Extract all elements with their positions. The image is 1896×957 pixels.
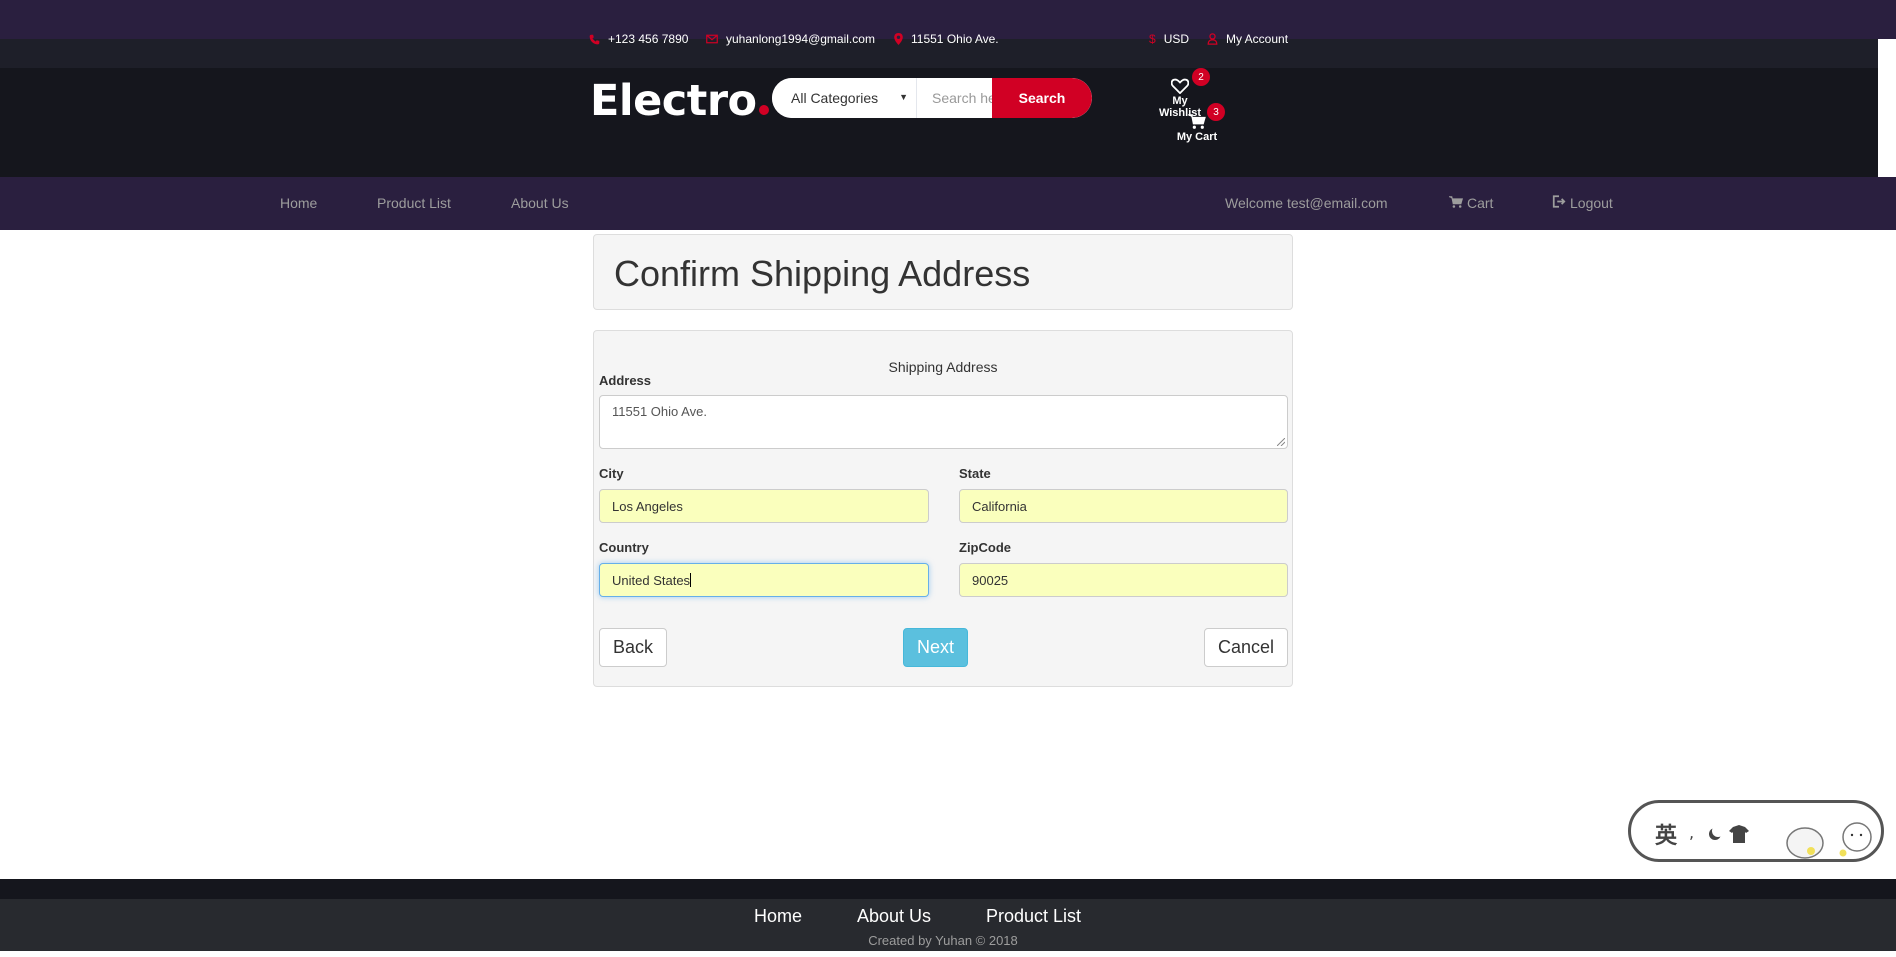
dollar-icon: $ [1149,32,1156,46]
ime-icons[interactable]: , [1689,823,1769,845]
state-field[interactable]: California [959,489,1288,523]
address-textarea[interactable]: 11551 Ohio Ave. [599,395,1288,449]
phone-number: +123 456 7890 [608,32,689,46]
footer-top-band [0,879,1896,899]
resize-handle-icon[interactable] [1277,438,1285,446]
caret-down-icon: ▼ [899,92,908,102]
footer-home-link[interactable]: Home [754,906,802,927]
section-title: Shipping Address [888,359,998,375]
zipcode-value: 90025 [972,572,1009,588]
footer-product-list-link[interactable]: Product List [986,906,1081,927]
state-value: California [972,498,1027,514]
svg-text:,: , [1689,823,1694,842]
cart-link[interactable]: My Cart 3 [1167,103,1227,143]
cart-label: My Cart [1176,131,1218,143]
store-address: 11551 Ohio Ave. [911,32,999,46]
phone-icon [589,34,600,45]
logo[interactable]: Electro [590,76,769,126]
country-label: Country [599,540,649,555]
country-field[interactable]: United States [599,563,929,597]
currency-label: USD [1163,32,1190,46]
cart-count-badge: 3 [1207,103,1225,121]
state-label: State [959,466,991,481]
zipcode-field[interactable]: 90025 [959,563,1288,597]
nav-welcome: Welcome test@email.com [1225,195,1388,211]
page-title: Confirm Shipping Address [614,253,1031,294]
title-panel: Confirm Shipping Address [593,234,1293,310]
footer-about-link[interactable]: About Us [857,906,931,927]
wishlist-link[interactable]: My Wishlist 2 [1150,68,1210,119]
address-link[interactable]: 11551 Ohio Ave. [894,31,999,47]
search-input[interactable] [917,78,992,118]
city-field[interactable]: Los Angeles [599,489,929,523]
currency-link[interactable]: $ USD [1149,31,1189,47]
nav-logout[interactable]: Logout [1552,195,1613,211]
category-select[interactable]: All Categories ▼ [772,78,917,118]
mascot-icon [1786,822,1872,859]
address-label: Address [599,373,652,388]
ime-toolbar[interactable]: 英 , [1628,800,1884,862]
nav-cart[interactable]: Cart [1449,195,1493,211]
user-icon [1207,33,1218,45]
my-account-link[interactable]: My Account [1207,31,1288,47]
nav-home[interactable]: Home [280,195,317,211]
shipping-form-panel: Shipping Address Address 11551 Ohio Ave.… [593,330,1293,687]
next-button[interactable]: Next [903,628,968,667]
search-bar: All Categories ▼ Search [772,78,1092,118]
search-button[interactable]: Search [992,78,1092,118]
back-button[interactable]: Back [599,628,667,667]
logout-icon [1552,195,1566,211]
email-link[interactable]: yuhanlong1994@gmail.com [706,31,875,47]
footer-credit: Created by Yuhan © 2018 [868,933,1018,948]
ime-language-toggle[interactable]: 英 [1655,818,1677,850]
category-select-value: All Categories [791,90,879,106]
wishlist-count-badge: 2 [1192,68,1210,86]
phone-link[interactable]: +123 456 7890 [589,31,688,47]
cart-icon [1449,195,1463,211]
country-value: United States [612,572,691,588]
city-value: Los Angeles [612,498,683,514]
envelope-icon [706,34,718,44]
text-cursor [690,573,692,587]
city-label: City [599,466,624,481]
nav-logout-label: Logout [1570,195,1613,211]
cancel-button[interactable]: Cancel [1204,628,1288,667]
logo-text: Electro [590,76,757,126]
nav-cart-label: Cart [1467,195,1494,211]
map-marker-icon [894,33,903,45]
my-account-label: My Account [1226,32,1289,46]
zipcode-label: ZipCode [959,540,1011,555]
email-address: yuhanlong1994@gmail.com [726,32,875,46]
nav-about-us[interactable]: About Us [511,195,569,211]
logo-dot [758,105,769,115]
nav-product-list[interactable]: Product List [377,195,451,211]
address-value: 11551 Ohio Ave. [612,404,707,419]
